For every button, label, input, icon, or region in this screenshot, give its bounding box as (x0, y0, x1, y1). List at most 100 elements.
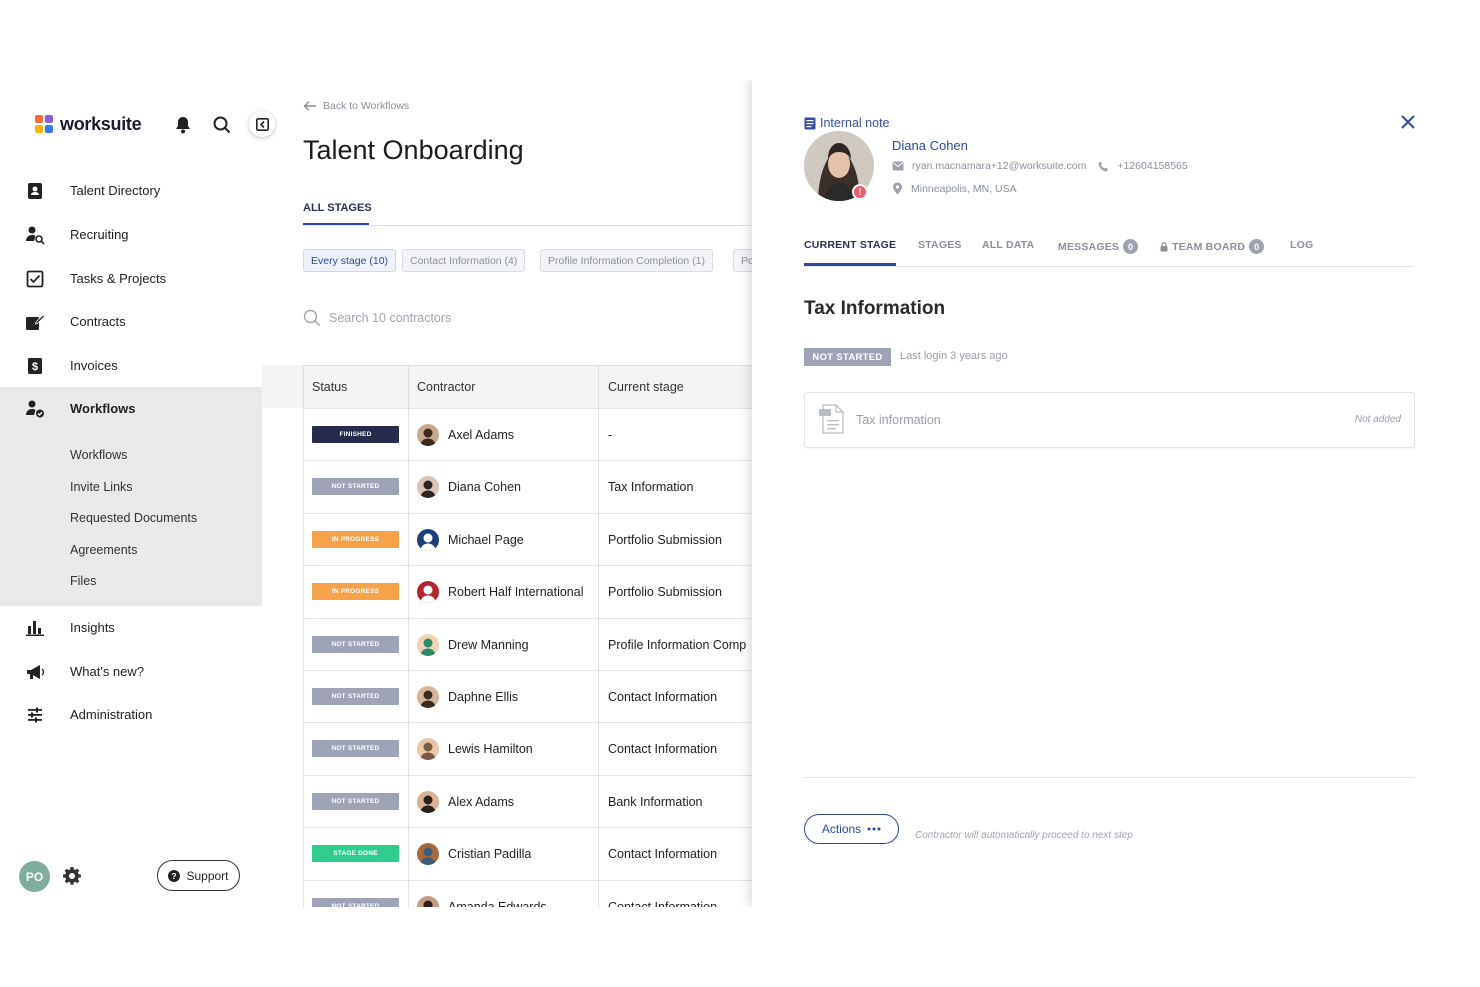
sidebar-item-workflows[interactable]: Workflows (0, 387, 262, 430)
settings-gear-icon[interactable] (62, 866, 82, 886)
table-border-left (303, 365, 304, 907)
contractor-name[interactable]: Drew Manning (448, 638, 529, 652)
search-input[interactable] (329, 311, 529, 325)
contractor-name[interactable]: Daphne Ellis (448, 690, 518, 704)
contractor-name[interactable]: Axel Adams (448, 428, 514, 442)
user-avatar[interactable]: PO (19, 861, 50, 892)
subnav-files[interactable]: Files (70, 574, 96, 588)
contractor-location-line: Minneapolis, MN, USA (892, 182, 1017, 195)
help-question-icon: ? (168, 869, 181, 882)
column-header-current-stage[interactable]: Current stage (608, 380, 684, 394)
page-title: Talent Onboarding (303, 135, 524, 165)
collapse-sidebar-button[interactable] (249, 111, 275, 137)
sidebar-item-whats-new[interactable]: What's new? (0, 650, 262, 693)
current-stage: Profile Information Comp (608, 637, 747, 652)
svg-text:$: $ (32, 361, 38, 373)
actions-label: Actions (821, 822, 862, 836)
contractor-name[interactable]: Michael Page (448, 533, 524, 547)
subnav-agreements[interactable]: Agreements (70, 543, 137, 557)
drawer-tab-all-data[interactable]: ALL DATA (982, 239, 1034, 251)
status-badge: NOT STARTED (312, 478, 399, 496)
more-dots-icon (867, 827, 881, 831)
table-row[interactable]: IN PROGRESS Robert Half International Port… (303, 565, 752, 617)
sidebar: worksuite Talent Directory Recruiting Ta… (0, 80, 275, 907)
table-row[interactable]: FINISHED Axel Adams - (303, 408, 752, 460)
table-row[interactable]: NOT STARTED Amanda Edwards Contact Informa… (303, 879, 752, 907)
current-stage: Contact Information (608, 742, 718, 757)
contractor-name[interactable]: Lewis Hamilton (448, 742, 533, 756)
internal-note-link[interactable]: Internal note (804, 116, 890, 130)
current-stage: Contact Information (608, 847, 718, 862)
sidebar-item-label: What's new? (70, 664, 145, 679)
contractor-name[interactable]: Amanda Edwards (448, 900, 547, 907)
invoice-dollar-icon: $ (24, 355, 46, 377)
contractor-name[interactable]: Cristian Padilla (448, 847, 531, 861)
document-status: Not added (1354, 414, 1401, 425)
logo-mark-icon (35, 115, 54, 134)
sidebar-item-recruiting[interactable]: Recruiting (0, 213, 262, 256)
drawer-tab-team-board[interactable]: TEAM BOARD 0 (1160, 239, 1265, 254)
column-header-contractor[interactable]: Contractor (417, 380, 475, 394)
sidebar-item-label: Contracts (70, 314, 126, 329)
sidebar-item-insights[interactable]: Insights (0, 606, 262, 649)
status-badge: IN PROGRESS (312, 583, 399, 601)
table-row[interactable]: NOT STARTED Alex Adams Bank Information (303, 774, 752, 827)
support-label: Support (186, 868, 229, 883)
contractor-phone[interactable]: +12604158565 (1117, 160, 1187, 172)
drawer-tab-log[interactable]: LOG (1290, 239, 1313, 251)
sidebar-item-invoices[interactable]: $ Invoices (0, 344, 262, 387)
megaphone-icon (24, 661, 46, 683)
filter-chip-every-stage[interactable]: Every stage (10) (303, 249, 397, 272)
stage-status-badge: NOT STARTED (804, 348, 891, 366)
table-row[interactable]: IN PROGRESS Michael Page Portfolio Submiss… (303, 512, 752, 565)
status-badge: STAGE DONE (312, 845, 399, 863)
contractor-name[interactable]: Robert Half International (448, 585, 584, 599)
actions-button[interactable]: Actions (804, 814, 899, 844)
contractor-name[interactable]: Alex Adams (448, 795, 514, 809)
sidebar-item-tasks-projects[interactable]: Tasks & Projects (0, 257, 262, 300)
worksuite-logo[interactable]: worksuite (35, 114, 142, 135)
stage-title: Tax Information (804, 298, 946, 319)
contractor-name[interactable]: Diana Cohen (448, 480, 521, 494)
back-to-workflows-link[interactable]: Back to Workflows (303, 100, 409, 112)
contractor-avatar (417, 581, 439, 604)
phone-icon (1098, 161, 1109, 171)
sidebar-item-contracts[interactable]: Contracts (0, 300, 262, 343)
filter-chip-contact-information[interactable]: Contact Information (4) (402, 249, 526, 272)
subnav-workflows[interactable]: Workflows (70, 448, 127, 462)
contractor-name-link[interactable]: Diana Cohen (892, 138, 968, 153)
drawer-tab-messages[interactable]: MESSAGES 0 (1058, 239, 1139, 254)
column-header-status[interactable]: Status (312, 380, 347, 394)
contractor-email[interactable]: ryan.macnamara+12@worksuite.com (912, 160, 1086, 172)
table-row[interactable]: NOT STARTED Daphne Ellis Contact Informati… (303, 670, 752, 722)
tab-all-stages[interactable]: ALL STAGES (303, 202, 372, 214)
drawer-tab-stages[interactable]: STAGES (918, 239, 962, 251)
sidebar-item-label: Tasks & Projects (70, 271, 167, 286)
drawer-tab-current-stage[interactable]: CURRENT STAGE (804, 239, 896, 251)
filter-chip-profile-information[interactable]: Profile Information Completion (1) (540, 249, 713, 272)
person-search-icon (24, 224, 46, 246)
subnav-requested-documents[interactable]: Requested Documents (70, 511, 197, 525)
table-row[interactable]: NOT STARTED Lewis Hamilton Contact Informa… (303, 722, 752, 774)
current-stage: Bank Information (608, 794, 703, 809)
search-icon[interactable] (211, 114, 233, 136)
filter-chip-portfolio[interactable]: Po (733, 249, 752, 272)
tax-information-document-card[interactable]: Tax information Not added (804, 392, 1415, 448)
subnav-invite-links[interactable]: Invite Links (70, 480, 133, 494)
team-board-count-badge: 0 (1249, 239, 1265, 254)
table-row[interactable]: NOT STARTED Diana Cohen Tax Information (303, 460, 752, 512)
svg-text:?: ? (172, 871, 177, 881)
close-drawer-button[interactable] (1398, 112, 1418, 132)
sidebar-item-administration[interactable]: Administration (0, 693, 262, 736)
current-stage: Contact Information (608, 690, 718, 704)
table-row[interactable]: NOT STARTED Drew Manning Profile Informati… (303, 617, 752, 670)
notifications-bell-icon[interactable] (172, 114, 194, 136)
tab-label: TEAM BOARD (1172, 240, 1246, 253)
sidebar-item-talent-directory[interactable]: Talent Directory (0, 169, 262, 212)
sliders-icon (24, 704, 46, 726)
table-row[interactable]: STAGE DONE Cristian Padilla Contact Inform… (303, 827, 752, 879)
support-button[interactable]: ? Support (157, 860, 240, 891)
tab-label: CURRENT STAGE (804, 239, 897, 251)
auto-proceed-note: Contractor will automatically proceed to… (915, 830, 1133, 841)
last-login-text: Last login 3 years ago (900, 350, 1008, 362)
